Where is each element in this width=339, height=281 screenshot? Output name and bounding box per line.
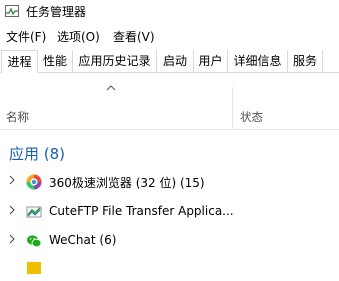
- wechat-icon: [27, 235, 42, 248]
- process-row[interactable]: 360极速浏览器 (32 位) (15): [0, 170, 339, 196]
- tab-services[interactable]: 服务: [288, 50, 323, 72]
- process-row[interactable]: CuteFTP File Transfer Applica...: [0, 200, 339, 226]
- process-row-partial[interactable]: [0, 255, 339, 281]
- chevron-right-icon[interactable]: [8, 234, 16, 244]
- column-status-header[interactable]: 状态: [240, 109, 263, 125]
- menu-view[interactable]: 查看(V): [113, 28, 155, 45]
- app-icon: [27, 262, 41, 274]
- tab-strip: 进程 性能 应用历史记录 启动 用户 详细信息 服务: [0, 50, 339, 73]
- menu-bar: 文件(F) 选项(O) 查看(V): [0, 27, 339, 47]
- tab-startup[interactable]: 启动: [157, 50, 194, 72]
- process-name: CuteFTP File Transfer Applica...: [49, 204, 234, 218]
- process-row[interactable]: WeChat (6): [0, 229, 339, 255]
- menu-options[interactable]: 选项(O): [57, 28, 100, 45]
- chevron-right-icon[interactable]: [8, 175, 16, 185]
- cuteftp-icon: [26, 206, 42, 218]
- 360-browser-icon: [26, 174, 42, 190]
- menu-file[interactable]: 文件(F): [6, 28, 46, 45]
- process-name: WeChat (6): [49, 233, 117, 247]
- tab-performance[interactable]: 性能: [38, 50, 73, 72]
- sort-ascending-icon[interactable]: [106, 85, 116, 91]
- tab-app-history[interactable]: 应用历史记录: [73, 50, 157, 72]
- tab-processes[interactable]: 进程: [1, 50, 38, 73]
- task-manager-icon: [5, 5, 19, 17]
- column-name-header[interactable]: 名称: [6, 109, 29, 125]
- process-name: 360极速浏览器 (32 位) (15): [49, 176, 205, 190]
- group-apps-title: 应用 (8): [9, 145, 66, 163]
- window-title: 任务管理器: [26, 5, 87, 19]
- column-divider[interactable]: [232, 87, 233, 129]
- column-header: 名称 状态: [0, 73, 339, 129]
- chevron-right-icon[interactable]: [8, 205, 16, 215]
- tab-details[interactable]: 详细信息: [228, 50, 288, 72]
- header-divider: [0, 129, 339, 130]
- title-bar: 任务管理器: [0, 0, 339, 24]
- tab-users[interactable]: 用户: [194, 50, 228, 72]
